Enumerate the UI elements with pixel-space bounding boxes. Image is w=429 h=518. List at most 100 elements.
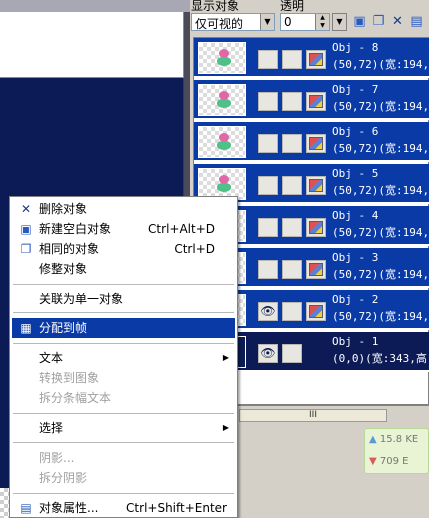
menu-item-label: 删除对象	[39, 202, 88, 216]
menu-item-split-banner-text: 拆分条幅文本	[12, 388, 235, 408]
object-mode-icon[interactable]	[306, 302, 326, 321]
canvas-document[interactable]	[0, 12, 184, 78]
menu-item-shortcut: Ctrl+Alt+D	[148, 222, 215, 236]
menu-item-label: 相同的对象	[39, 242, 100, 256]
object-row[interactable]: Obj - 8 (50,72)(宽:194,高	[194, 38, 429, 78]
submenu-arrow-icon: ▶	[222, 353, 229, 362]
lock-toggle[interactable]	[282, 344, 302, 363]
upload-speed: 15.8 KE	[379, 434, 419, 445]
lock-toggle[interactable]	[282, 92, 302, 111]
menu-separator	[13, 343, 234, 344]
object-name: Obj - 5	[332, 167, 379, 180]
menu-item-trim-object[interactable]: 修整对象	[12, 259, 235, 279]
object-name: Obj - 8	[332, 41, 379, 54]
menu-separator	[13, 493, 234, 494]
download-arrow-icon: ▼	[369, 456, 377, 467]
menu-item-shortcut: Ctrl+D	[174, 242, 215, 256]
object-position: (50,72)(宽:194,高	[332, 268, 429, 281]
menu-item-text[interactable]: 文本 ▶	[12, 348, 235, 368]
visibility-toggle[interactable]	[258, 92, 278, 111]
object-mode-icon[interactable]	[306, 218, 326, 237]
lock-toggle[interactable]	[282, 302, 302, 321]
lock-toggle[interactable]	[282, 134, 302, 153]
object-mode-icon[interactable]	[306, 260, 326, 279]
properties-icon[interactable]: ▤	[408, 13, 425, 30]
scrollbar-thumb[interactable]: III	[239, 409, 387, 422]
object-mode-icon[interactable]	[306, 92, 326, 111]
menu-item-label: 对象属性...	[39, 501, 99, 515]
delete-icon[interactable]: ✕	[389, 13, 406, 30]
object-position: (50,72)(宽:194,高	[332, 184, 429, 197]
visibility-toggle[interactable]	[258, 260, 278, 279]
visibility-toggle[interactable]	[258, 50, 278, 69]
submenu-arrow-icon: ▶	[222, 423, 229, 432]
lock-toggle[interactable]	[282, 218, 302, 237]
object-mode-icon[interactable]	[306, 176, 326, 195]
menu-item-delete-object[interactable]: ✕ 删除对象	[12, 199, 235, 219]
display-filter-select[interactable]: 仅可视的 ▼	[191, 13, 275, 31]
visibility-toggle[interactable]	[258, 134, 278, 153]
canvas-ruler	[0, 0, 190, 12]
object-row[interactable]: Obj - 7 (50,72)(宽:194,高	[194, 80, 429, 120]
object-mode-icon[interactable]	[306, 134, 326, 153]
menu-item-label: 修整对象	[39, 262, 88, 276]
menu-item-label: 文本	[39, 351, 64, 365]
spinner-arrows-icon[interactable]: ▲ ▼	[315, 14, 329, 30]
object-position: (50,72)(宽:194,高	[332, 310, 429, 323]
menu-item-new-blank-object[interactable]: ▣ 新建空白对象 Ctrl+Alt+D	[12, 219, 235, 239]
menu-separator	[13, 442, 234, 443]
object-name: Obj - 6	[332, 125, 379, 138]
menu-separator	[13, 284, 234, 285]
menu-item-select[interactable]: 选择 ▶	[12, 418, 235, 438]
visibility-toggle[interactable]: 👁	[258, 344, 278, 363]
network-speed-widget: ▲ 15.8 KE ▼ 709 E	[364, 428, 429, 474]
duplicate-icon[interactable]: ❐	[370, 13, 387, 30]
object-name: Obj - 4	[332, 209, 379, 222]
duplicate-icon: ❐	[20, 242, 32, 256]
object-position: (50,72)(宽:194,高	[332, 142, 429, 155]
menu-separator	[13, 413, 234, 414]
menu-item-label: 选择	[39, 421, 64, 435]
menu-item-object-properties[interactable]: ▤ 对象属性... Ctrl+Shift+Enter	[12, 498, 235, 518]
menu-item-same-object[interactable]: ❐ 相同的对象 Ctrl+D	[12, 239, 235, 259]
object-name: Obj - 2	[332, 293, 379, 306]
eye-icon: 👁	[260, 304, 276, 318]
menu-separator	[13, 312, 234, 313]
menu-item-link-single-object[interactable]: 关联为单一对象	[12, 289, 235, 309]
lock-toggle[interactable]	[282, 260, 302, 279]
opacity-dropdown-button[interactable]: ▼	[332, 13, 347, 31]
lock-toggle[interactable]	[282, 176, 302, 195]
visibility-toggle[interactable]	[258, 218, 278, 237]
upload-arrow-icon: ▲	[369, 434, 377, 445]
object-name: Obj - 7	[332, 83, 379, 96]
menu-item-label: 拆分条幅文本	[39, 391, 112, 405]
eye-icon: 👁	[260, 346, 276, 360]
new-object-icon: ▣	[20, 222, 32, 236]
frame-icon: ▦	[20, 321, 32, 335]
display-objects-label: 显示对象	[191, 0, 240, 13]
object-position: (50,72)(宽:194,高	[332, 58, 429, 71]
object-position: (50,72)(宽:194,高	[332, 100, 429, 113]
object-position: (0,0)(宽:343,高:	[332, 352, 429, 365]
menu-item-label: 转换到图象	[39, 371, 100, 385]
object-mode-icon[interactable]	[306, 50, 326, 69]
menu-item-split-shadow: 拆分阴影	[12, 468, 235, 488]
new-object-icon[interactable]: ▣	[351, 13, 368, 30]
menu-item-assign-to-frame[interactable]: ▦ 分配到帧	[12, 318, 235, 338]
object-name: Obj - 1	[332, 335, 379, 348]
object-thumbnail	[198, 126, 246, 158]
visibility-toggle[interactable]	[258, 176, 278, 195]
opacity-spinner[interactable]: 0 ▲ ▼	[280, 13, 330, 31]
object-name: Obj - 3	[332, 251, 379, 264]
display-filter-value: 仅可视的	[195, 17, 244, 31]
chevron-down-icon[interactable]: ▼	[260, 14, 274, 30]
context-menu: ✕ 删除对象 ▣ 新建空白对象 Ctrl+Alt+D ❐ 相同的对象 Ctrl+…	[9, 196, 238, 518]
lock-toggle[interactable]	[282, 50, 302, 69]
opacity-label: 透明	[280, 0, 305, 13]
object-row[interactable]: Obj - 6 (50,72)(宽:194,高	[194, 122, 429, 162]
visibility-toggle[interactable]: 👁	[258, 302, 278, 321]
object-thumbnail	[198, 84, 246, 116]
menu-item-shortcut: Ctrl+Shift+Enter	[126, 501, 227, 515]
opacity-value: 0	[284, 15, 292, 29]
download-speed: 709 E	[379, 456, 409, 467]
